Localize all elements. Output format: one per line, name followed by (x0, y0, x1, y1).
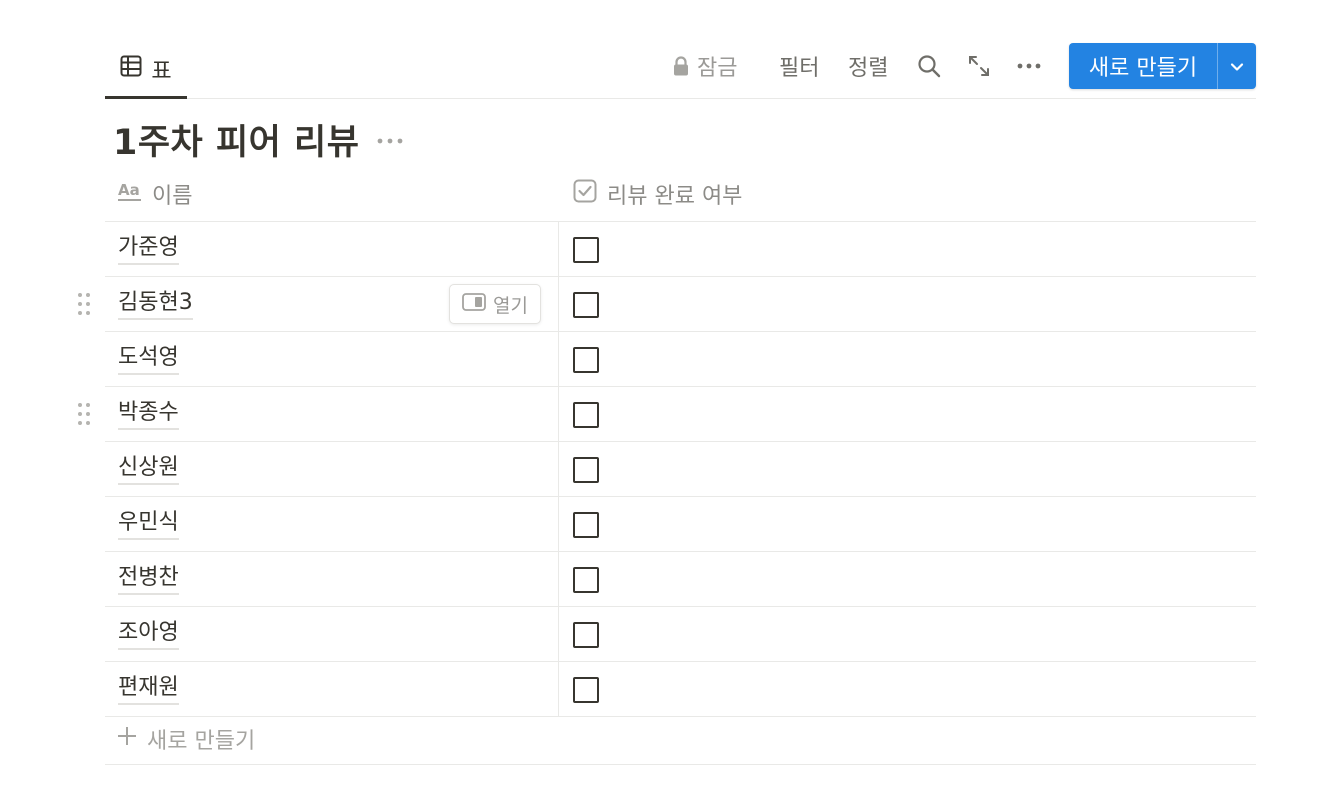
add-new-row-button[interactable]: 새로 만들기 (105, 713, 1256, 765)
review-done-checkbox[interactable] (573, 457, 599, 483)
table-row[interactable]: 도석영 (105, 332, 1256, 387)
expand-button[interactable] (968, 40, 990, 92)
active-tab-underline (105, 96, 187, 99)
review-done-checkbox[interactable] (573, 512, 599, 538)
review-done-checkbox[interactable] (573, 347, 599, 373)
table-row[interactable]: 신상원 (105, 442, 1256, 497)
search-button[interactable] (917, 40, 941, 92)
chevron-down-icon (1230, 57, 1244, 76)
tab-table-view[interactable]: 표 (105, 40, 187, 99)
checkbox-property-icon (573, 179, 597, 209)
row-name[interactable]: 박종수 (118, 399, 179, 430)
row-name[interactable]: 도석영 (118, 344, 179, 375)
column-divider (558, 442, 559, 496)
drag-handle-icon[interactable] (76, 401, 92, 427)
column-divider (558, 497, 559, 551)
sort-button[interactable]: 정렬 (848, 40, 888, 92)
row-name[interactable]: 신상원 (118, 454, 179, 485)
row-name[interactable]: 가준영 (118, 234, 179, 265)
table-body: 가준영 김동현3 열기 도석영 박종수 신상원 우민식 전병찬 조아영 편재원 (78, 222, 1256, 717)
review-done-checkbox[interactable] (573, 622, 599, 648)
review-done-checkbox[interactable] (573, 292, 599, 318)
database-title[interactable]: 1주차 피어 리뷰 (113, 114, 359, 165)
column-header-name[interactable]: Aa 이름 (118, 166, 192, 221)
sort-label: 정렬 (848, 56, 889, 81)
review-done-checkbox[interactable] (573, 237, 599, 263)
table-row[interactable]: 박종수 (78, 387, 1256, 442)
row-name[interactable]: 조아영 (118, 619, 179, 650)
table-row[interactable]: 우민식 (105, 497, 1256, 552)
more-horizontal-icon (1017, 62, 1041, 70)
view-toolbar: 표 잠금 필터 정렬 새로 만들기 (105, 40, 1256, 99)
search-icon (917, 54, 941, 78)
text-property-icon: Aa (118, 180, 142, 208)
column-header-label: 이름 (152, 183, 193, 209)
database-title-row: 1주차 피어 리뷰 (113, 114, 403, 165)
review-done-checkbox[interactable] (573, 677, 599, 703)
more-options-button[interactable] (1017, 40, 1041, 92)
lock-button[interactable]: 잠금 (673, 40, 737, 92)
column-divider (558, 222, 559, 276)
plus-icon (117, 726, 137, 752)
side-peek-icon (462, 292, 486, 316)
expand-icon (968, 55, 990, 77)
review-done-checkbox[interactable] (573, 567, 599, 593)
lock-icon (673, 56, 689, 76)
new-page-button-label: 새로 만들기 (1088, 56, 1198, 81)
database-more-icon[interactable] (377, 130, 403, 149)
row-name[interactable]: 편재원 (118, 674, 179, 705)
row-name[interactable]: 전병찬 (118, 564, 179, 595)
column-divider (558, 277, 559, 331)
column-divider (558, 662, 559, 716)
tab-table-label: 표 (151, 59, 172, 84)
new-page-button-group: 새로 만들기 (1069, 43, 1256, 89)
row-name[interactable]: 김동현3 (118, 289, 193, 320)
row-name[interactable]: 우민식 (118, 509, 179, 540)
new-page-dropdown-button[interactable] (1218, 43, 1256, 89)
open-row-label: 열기 (493, 294, 528, 317)
filter-label: 필터 (779, 56, 820, 81)
column-divider (558, 607, 559, 661)
table-row[interactable]: 편재원 (105, 662, 1256, 717)
lock-label: 잠금 (697, 56, 738, 81)
svg-text:Aa: Aa (118, 181, 140, 199)
add-new-row-label: 새로 만들기 (147, 728, 256, 754)
column-header-review-done[interactable]: 리뷰 완료 여부 (573, 166, 742, 221)
column-divider (558, 387, 559, 441)
table-header: Aa 이름 리뷰 완료 여부 (105, 166, 1256, 222)
review-done-checkbox[interactable] (573, 402, 599, 428)
filter-button[interactable]: 필터 (779, 40, 819, 92)
table-icon (120, 55, 142, 83)
drag-handle-icon[interactable] (76, 291, 92, 317)
table-row[interactable]: 조아영 (105, 607, 1256, 662)
new-page-button[interactable]: 새로 만들기 (1069, 43, 1217, 89)
column-divider (558, 552, 559, 606)
table-row[interactable]: 전병찬 (105, 552, 1256, 607)
table-row[interactable]: 가준영 (105, 222, 1256, 277)
column-header-label: 리뷰 완료 여부 (607, 183, 743, 209)
column-divider (558, 332, 559, 386)
table-row[interactable]: 김동현3 열기 (78, 277, 1256, 332)
open-row-button[interactable]: 열기 (449, 284, 541, 324)
